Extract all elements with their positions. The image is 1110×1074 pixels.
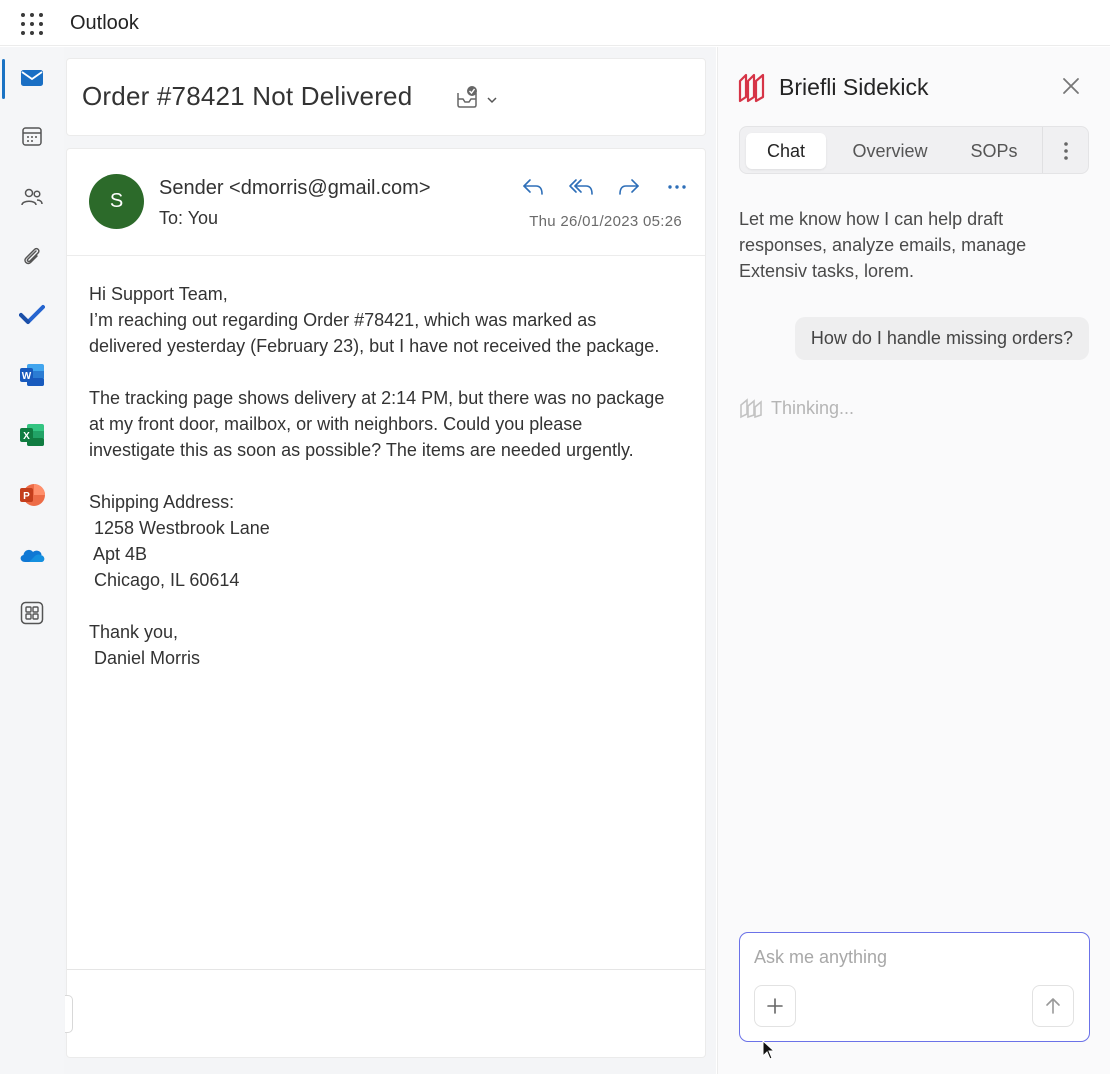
forward-icon[interactable] xyxy=(613,175,645,199)
body-line: Hi Support Team, xyxy=(89,284,228,304)
tab-overview[interactable]: Overview xyxy=(834,133,946,169)
email-body: Hi Support Team, I’m reaching out regard… xyxy=(89,281,689,671)
calendar-icon[interactable] xyxy=(15,119,49,153)
arrow-up-icon xyxy=(1046,998,1060,1014)
assistant-intro-message: Let me know how I can help draft respons… xyxy=(739,209,1027,281)
word-icon[interactable]: W xyxy=(15,358,49,392)
sidekick-panel: Briefli Sidekick Chat Overview SOPs Let … xyxy=(717,47,1110,1074)
excel-icon[interactable]: X xyxy=(15,418,49,452)
email-date: Thu 26/01/2023 05:26 xyxy=(529,213,682,230)
footer-panel-handle[interactable] xyxy=(65,995,73,1033)
chat-input[interactable] xyxy=(754,947,1074,968)
recipient-line: To: You xyxy=(159,208,219,228)
plus-icon xyxy=(767,998,783,1014)
briefli-logo-icon xyxy=(738,71,766,108)
body-line: The tracking page shows delivery at 2:14… xyxy=(89,388,665,408)
top-bar: Outlook xyxy=(0,0,1110,46)
reply-all-icon[interactable] xyxy=(565,175,597,199)
body-line: Thank you, xyxy=(89,622,179,642)
people-icon[interactable] xyxy=(15,180,49,214)
tab-separator xyxy=(1042,127,1043,173)
tab-chat[interactable]: Chat xyxy=(746,133,826,169)
more-actions-icon[interactable] xyxy=(661,175,693,199)
app-launcher-icon[interactable] xyxy=(21,13,43,35)
header-divider xyxy=(67,255,705,256)
body-line: 1258 Westbrook Lane xyxy=(89,518,270,538)
sidekick-tabs: Chat Overview SOPs xyxy=(739,126,1089,174)
more-vertical-icon[interactable] xyxy=(1053,138,1079,164)
add-attachment-button[interactable] xyxy=(754,985,796,1027)
thinking-label: Thinking... xyxy=(771,397,855,418)
send-button[interactable] xyxy=(1032,985,1074,1027)
body-line: Apt 4B xyxy=(89,544,148,564)
mouse-pointer-icon xyxy=(762,1039,776,1065)
sender-avatar[interactable]: S xyxy=(89,174,144,229)
email-actions xyxy=(517,175,693,199)
tab-sops[interactable]: SOPs xyxy=(954,133,1034,169)
todo-icon[interactable] xyxy=(15,298,49,332)
svg-text:X: X xyxy=(23,431,30,442)
email-subject: Order #78421 Not Delivered xyxy=(82,81,413,111)
body-line: investigate this as soon as possible? Th… xyxy=(89,440,634,460)
body-line xyxy=(89,359,689,385)
svg-text:P: P xyxy=(23,491,30,502)
reply-icon[interactable] xyxy=(517,175,549,199)
app-rail: W X P xyxy=(0,47,64,1074)
sender-address[interactable]: Sender <dmorris@gmail.com> xyxy=(159,177,431,200)
sidekick-title: Briefli Sidekick xyxy=(779,74,929,100)
inbox-check-icon xyxy=(457,86,477,108)
body-line: delivered yesterday (February 23), but I… xyxy=(89,336,660,356)
body-line: Chicago, IL 60614 xyxy=(89,570,240,590)
footer-divider xyxy=(67,969,705,970)
body-line: Daniel Morris xyxy=(89,648,201,668)
email-card: S Sender <dmorris@gmail.com> To: You Thu… xyxy=(65,148,706,1058)
attachment-icon[interactable] xyxy=(15,240,49,274)
mark-read-dropdown[interactable] xyxy=(455,85,501,116)
onedrive-icon[interactable] xyxy=(15,538,49,572)
app-title: Outlook xyxy=(70,12,139,34)
body-line xyxy=(89,463,689,489)
rail-active-indicator xyxy=(2,59,5,99)
chat-composer xyxy=(739,932,1090,1042)
svg-text:W: W xyxy=(22,371,32,382)
body-line: Shipping Address: xyxy=(89,492,235,512)
subject-card: Order #78421 Not Delivered xyxy=(66,58,706,136)
mail-icon[interactable] xyxy=(15,61,49,95)
body-line: I’m reaching out regarding Order #78421,… xyxy=(89,310,597,330)
apps-icon[interactable] xyxy=(15,596,49,630)
close-icon[interactable] xyxy=(1059,74,1083,98)
powerpoint-icon[interactable]: P xyxy=(15,478,49,512)
user-message-bubble: How do I handle missing orders? xyxy=(794,317,1089,360)
body-line xyxy=(89,593,689,619)
thinking-logo-icon xyxy=(740,398,762,419)
chevron-down-icon xyxy=(487,97,497,104)
body-line: at my front door, mailbox, or with neigh… xyxy=(89,414,583,434)
thinking-indicator: Thinking... xyxy=(739,397,854,419)
